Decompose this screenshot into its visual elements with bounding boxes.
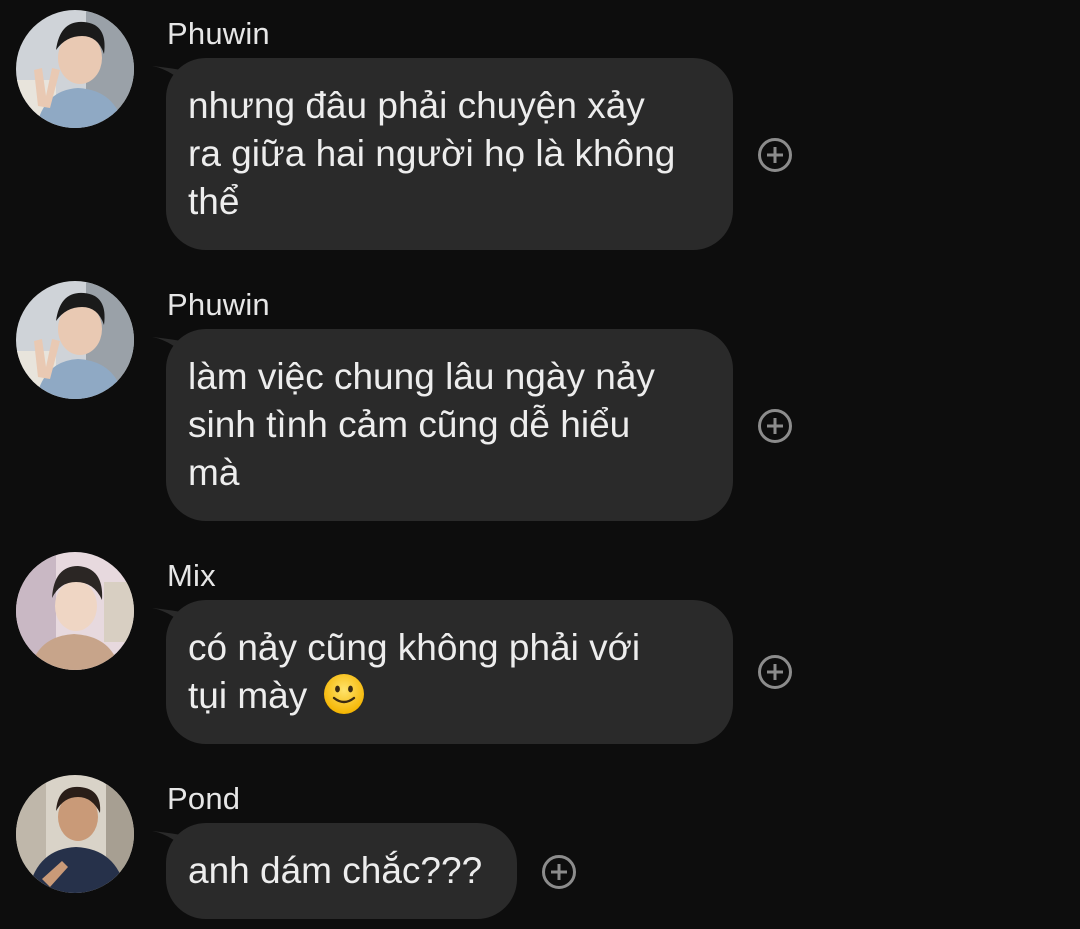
add-reaction-icon[interactable]: [758, 655, 792, 689]
avatar-phuwin-icon[interactable]: [16, 10, 134, 128]
message-line: sinh tình cảm cũng dễ hiểu: [188, 404, 631, 445]
message-line: ra giữa hai người họ là không: [188, 133, 676, 174]
add-reaction-icon[interactable]: [758, 138, 792, 172]
message-line: anh dám chắc???: [188, 850, 483, 891]
message-line: mà: [188, 452, 240, 493]
message-line: thể: [188, 181, 240, 222]
message-line-text: tụi mày: [188, 675, 308, 716]
sender-name: Phuwin: [167, 16, 270, 51]
message-bubble[interactable]: làm việc chung lâu ngày nảy sinh tình cả…: [166, 329, 733, 521]
slightly-smiling-face-icon: [323, 674, 364, 714]
message-bubble[interactable]: anh dám chắc???: [166, 823, 517, 919]
message-line: tụi mày: [188, 672, 705, 720]
sender-name: Pond: [167, 781, 241, 816]
add-reaction-icon[interactable]: [542, 855, 576, 889]
sender-name: Mix: [167, 558, 216, 593]
avatar-mix-icon[interactable]: [16, 552, 134, 670]
avatar-phuwin-icon[interactable]: [16, 281, 134, 399]
message-line: nhưng đâu phải chuyện xảy: [188, 85, 645, 126]
message-bubble[interactable]: có nảy cũng không phải với tụi mày: [166, 600, 733, 744]
message-line: có nảy cũng không phải với: [188, 627, 641, 668]
message-line: làm việc chung lâu ngày nảy: [188, 356, 655, 397]
message-bubble[interactable]: nhưng đâu phải chuyện xảy ra giữa hai ng…: [166, 58, 733, 250]
avatar-pond-icon[interactable]: [16, 775, 134, 893]
add-reaction-icon[interactable]: [758, 409, 792, 443]
sender-name: Phuwin: [167, 287, 270, 322]
